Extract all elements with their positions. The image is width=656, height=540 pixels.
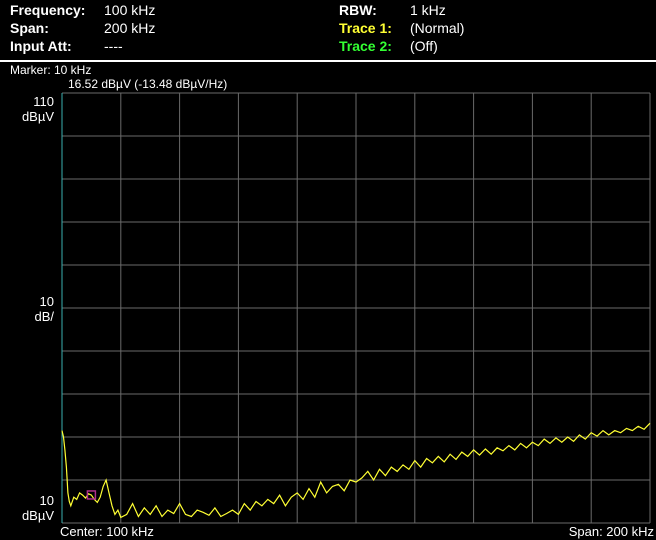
y-top-unit: dBµV <box>21 109 54 124</box>
y-bottom-unit: dBµV <box>21 508 54 523</box>
center-frequency-label: Center: 100 kHz <box>60 524 154 539</box>
spectrum-plot[interactable] <box>0 0 656 540</box>
span-footer-label: Span: 200 kHz <box>568 524 654 539</box>
y-scale-unit: dB/ <box>34 309 54 324</box>
y-top-value: 110 <box>33 94 54 109</box>
y-bottom-value: 10 <box>39 493 54 508</box>
plot-grid <box>61 92 651 524</box>
y-scale-value: 10 <box>39 294 54 309</box>
